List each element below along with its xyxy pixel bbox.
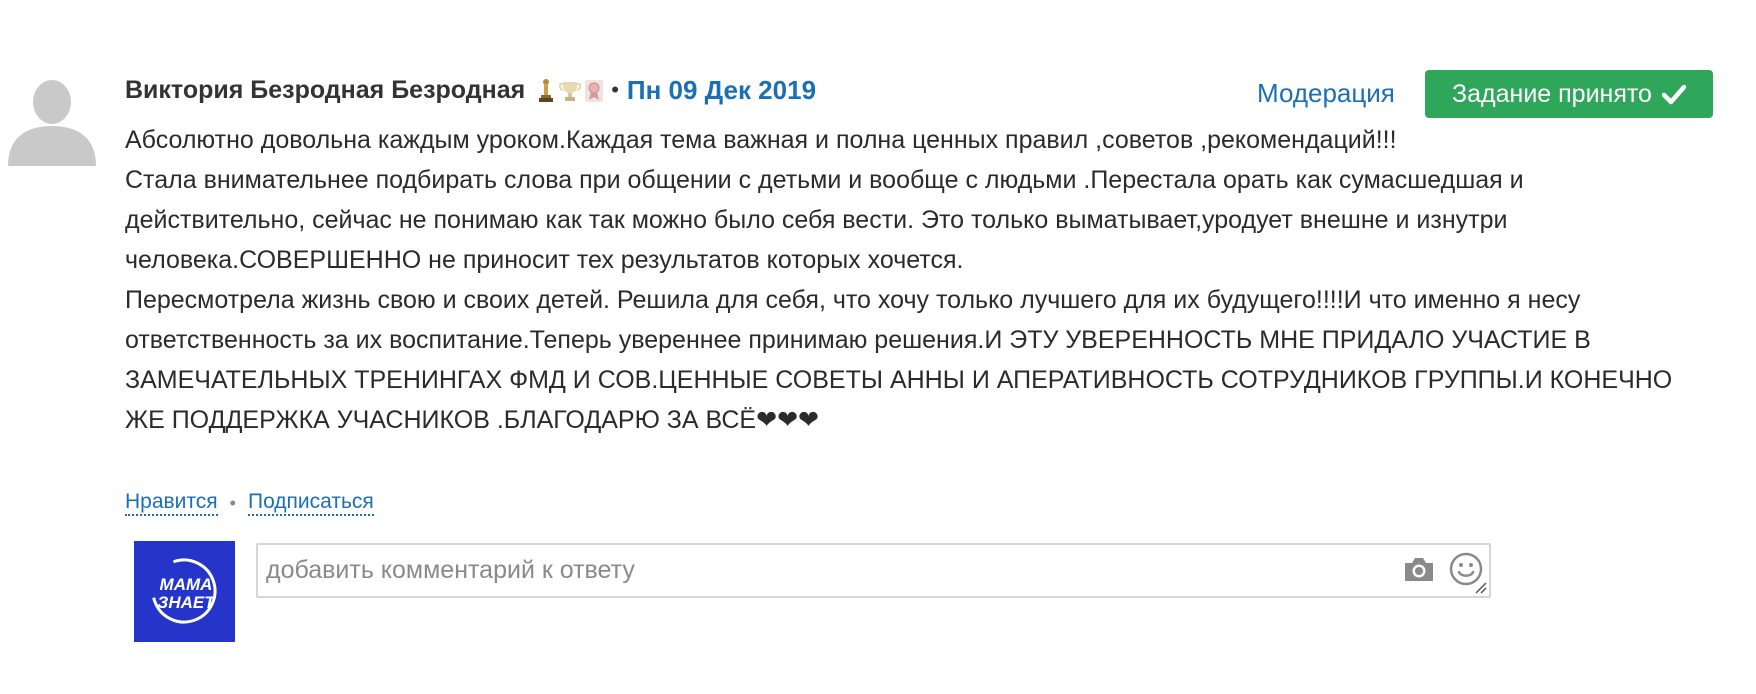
author-name[interactable]: Виктория Безродная Безродная: [125, 76, 525, 105]
logo-text-top: МАМА: [160, 575, 213, 594]
review-paragraph: Пересмотрела жизнь свою и своих детей. Р…: [125, 286, 1680, 434]
mama-znaet-logo: МАМА ЗНАЕТ: [134, 541, 235, 642]
comment-box: [256, 543, 1491, 598]
cup-badge-icon[interactable]: [559, 76, 581, 104]
review-actions: Нравится • Подписаться: [125, 490, 374, 516]
subscribe-link[interactable]: Подписаться: [247, 490, 374, 516]
header-separator: •: [611, 77, 619, 102]
resize-handle-icon[interactable]: [1473, 580, 1487, 594]
task-accepted-button[interactable]: Задание принято: [1425, 70, 1713, 118]
review-paragraph: Стала внимательнее подбирать слова при о…: [125, 166, 1531, 274]
statuette-badge-icon[interactable]: [535, 76, 557, 104]
review-paragraph: Абсолютно довольна каждым уроком.Каждая …: [125, 126, 1397, 154]
achievement-badges: [535, 76, 605, 104]
review-header: Виктория Безродная Безродная • Пн 09 Дек…: [125, 72, 816, 108]
like-link[interactable]: Нравится: [125, 490, 218, 516]
medal-badge-icon[interactable]: [583, 76, 605, 104]
check-icon: [1661, 82, 1687, 106]
actions-separator: •: [229, 492, 236, 513]
logo-text-bottom: ЗНАЕТ: [157, 593, 216, 612]
review-body: Абсолютно довольна каждым уроком.Каждая …: [125, 120, 1685, 440]
camera-icon[interactable]: [1402, 554, 1436, 584]
comment-input[interactable]: [258, 545, 1404, 596]
review-date-link[interactable]: Пн 09 Дек 2019: [627, 75, 816, 106]
user-avatar-icon[interactable]: [6, 74, 98, 166]
task-accepted-label: Задание принято: [1452, 79, 1652, 108]
moderation-link[interactable]: Модерация: [1257, 78, 1395, 109]
